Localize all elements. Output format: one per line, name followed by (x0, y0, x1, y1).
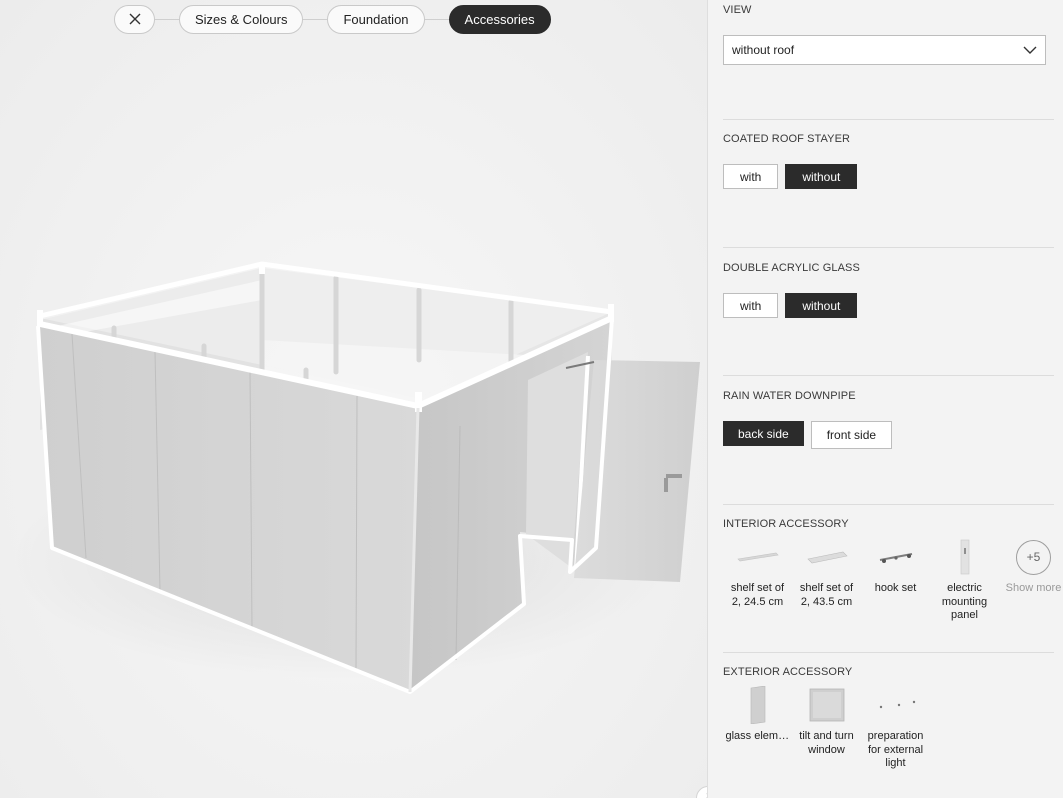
accessory-electric-mounting-panel[interactable]: electric mounting panel (930, 536, 999, 623)
accessory-shelf-set-43-5[interactable]: shelf set of 2, 43.5 cm (792, 536, 861, 623)
config-stepper: Sizes & Colours Foundation Accessories (114, 4, 551, 34)
accessory-hook-set[interactable]: hook set (861, 536, 930, 623)
shelf-short-icon (736, 552, 779, 562)
stepper-connector (303, 18, 328, 20)
coated-roof-stayer-section: COATED ROOF STAYER with without (723, 133, 1054, 189)
more-count-badge: +5 (1016, 539, 1051, 575)
double-acrylic-glass-section: DOUBLE ACRYLIC GLASS with without (723, 262, 1054, 318)
chevron-down-icon (1023, 46, 1037, 54)
step-foundation[interactable]: Foundation (327, 4, 425, 34)
shelf-long-icon (806, 551, 848, 564)
accessory-label: electric mounting panel (941, 582, 988, 621)
accessory-shelf-set-24-5[interactable]: shelf set of 2, 24.5 cm (723, 536, 792, 623)
roof-stayer-without-option[interactable]: without (785, 164, 858, 189)
3d-viewport[interactable]: Sizes & Colours Foundation Accessories › (0, 0, 707, 798)
roof-stayer-with-option[interactable]: with (723, 164, 779, 189)
window-icon (809, 688, 844, 722)
rain-water-downpipe-section: RAIN WATER DOWNPIPE back side front side (723, 390, 1054, 449)
accessory-tilt-turn-window[interactable]: tilt and turn window (792, 684, 861, 771)
view-section: VIEW without roof (723, 4, 1054, 65)
accessory-label: shelf set of 2, 24.5 cm (730, 582, 785, 608)
view-select-value: without roof (732, 43, 795, 57)
divider (723, 119, 1054, 120)
accessory-glass-element[interactable]: glass element (723, 684, 792, 771)
config-panel: VIEW without roof COATED ROOF STAYER wit… (707, 0, 1063, 798)
accessory-label: glass element (725, 730, 790, 742)
exterior-accessory-section: EXTERIOR ACCESSORY glass element tilt an… (723, 666, 1054, 771)
acrylic-glass-without-option[interactable]: without (785, 293, 858, 318)
light-prep-icon (879, 700, 915, 709)
divider (723, 652, 1054, 653)
step-accessories[interactable]: Accessories (448, 4, 551, 34)
divider (723, 504, 1054, 505)
rain-water-downpipe-title: RAIN WATER DOWNPIPE (723, 390, 856, 402)
close-icon (129, 13, 140, 25)
accessory-label: preparation for external light (867, 730, 924, 769)
step-sizes-colours[interactable]: Sizes & Colours (179, 4, 304, 34)
close-button[interactable] (114, 4, 155, 34)
shed-3d-model[interactable] (0, 0, 707, 798)
mounting-panel-icon (960, 539, 969, 575)
show-more-label: Show more (1005, 582, 1062, 594)
stepper-connector (424, 18, 449, 20)
view-select[interactable]: without roof (723, 35, 1046, 65)
double-acrylic-glass-title: DOUBLE ACRYLIC GLASS (723, 262, 860, 274)
downpipe-back-side-option[interactable]: back side (723, 421, 804, 446)
divider (723, 375, 1054, 376)
interior-accessory-title: INTERIOR ACCESSORY (723, 518, 849, 530)
accessory-label: tilt and turn window (799, 730, 854, 756)
show-more-interior-accessories[interactable]: +5 Show more (999, 536, 1063, 623)
accessory-external-light-prep[interactable]: preparation for external light (861, 684, 930, 771)
divider (723, 247, 1054, 248)
exterior-accessory-title: EXTERIOR ACCESSORY (723, 666, 853, 678)
view-title: VIEW (723, 4, 752, 16)
accessory-label: shelf set of 2, 43.5 cm (799, 582, 854, 608)
glass-element-icon (750, 686, 765, 724)
stepper-connector (155, 18, 179, 20)
hook-set-icon (879, 553, 912, 563)
coated-roof-stayer-title: COATED ROOF STAYER (723, 133, 851, 145)
accessory-label: hook set (874, 582, 917, 594)
interior-accessory-section: INTERIOR ACCESSORY shelf set of 2, 24.5 … (723, 518, 1061, 623)
downpipe-front-side-option[interactable]: front side (810, 421, 893, 449)
acrylic-glass-with-option[interactable]: with (723, 293, 779, 318)
